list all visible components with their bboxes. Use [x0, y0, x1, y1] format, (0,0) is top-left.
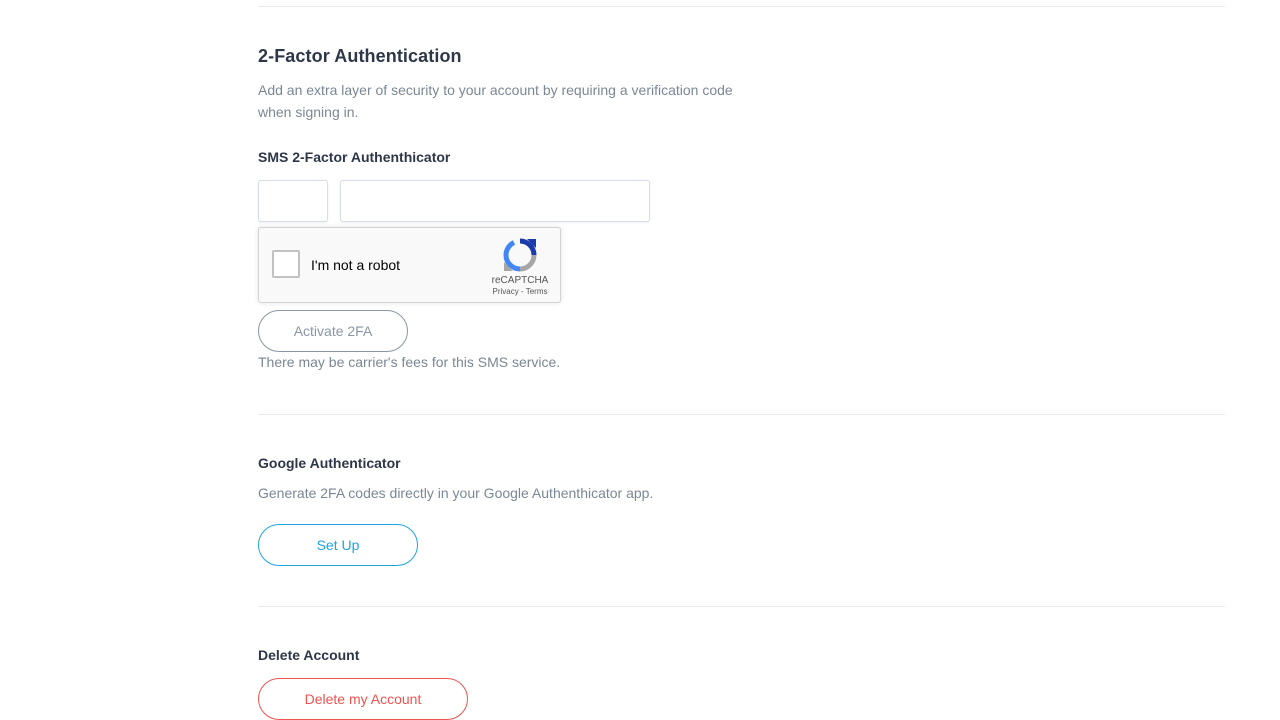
twofa-description: Add an extra layer of security to your a… — [258, 82, 733, 120]
delete-account-button[interactable]: Delete my Account — [258, 678, 468, 720]
divider-delete — [258, 606, 1225, 607]
phone-number-input[interactable] — [340, 180, 650, 222]
recaptcha-checkbox[interactable] — [272, 250, 300, 278]
sms-2fa-title: SMS 2-Factor Authenthicator — [258, 149, 451, 165]
recaptcha-label: I'm not a robot — [311, 257, 401, 273]
activate-2fa-button[interactable]: Activate 2FA — [258, 310, 408, 352]
google-auth-title: Google Authenticator — [258, 455, 401, 471]
recaptcha-privacy-terms-links[interactable]: Privacy - Terms — [481, 287, 559, 296]
recaptcha-logo-icon — [503, 238, 537, 272]
delete-account-title: Delete Account — [258, 647, 360, 663]
security-settings-page: 2-Factor Authentication Add an extra lay… — [0, 0, 1280, 720]
divider-google — [258, 414, 1225, 415]
sms-fees-note: There may be carrier's fees for this SMS… — [258, 354, 561, 370]
google-auth-setup-button[interactable]: Set Up — [258, 524, 418, 566]
country-code-input[interactable] — [258, 180, 328, 222]
recaptcha-widget: I'm not a robot reCAPTCHA Privacy - Term… — [258, 227, 561, 303]
twofa-section-title: 2-Factor Authentication — [258, 46, 462, 66]
divider-top — [258, 6, 1225, 7]
recaptcha-brand: reCAPTCHA — [491, 275, 549, 286]
google-auth-description: Generate 2FA codes directly in your Goog… — [258, 485, 654, 501]
